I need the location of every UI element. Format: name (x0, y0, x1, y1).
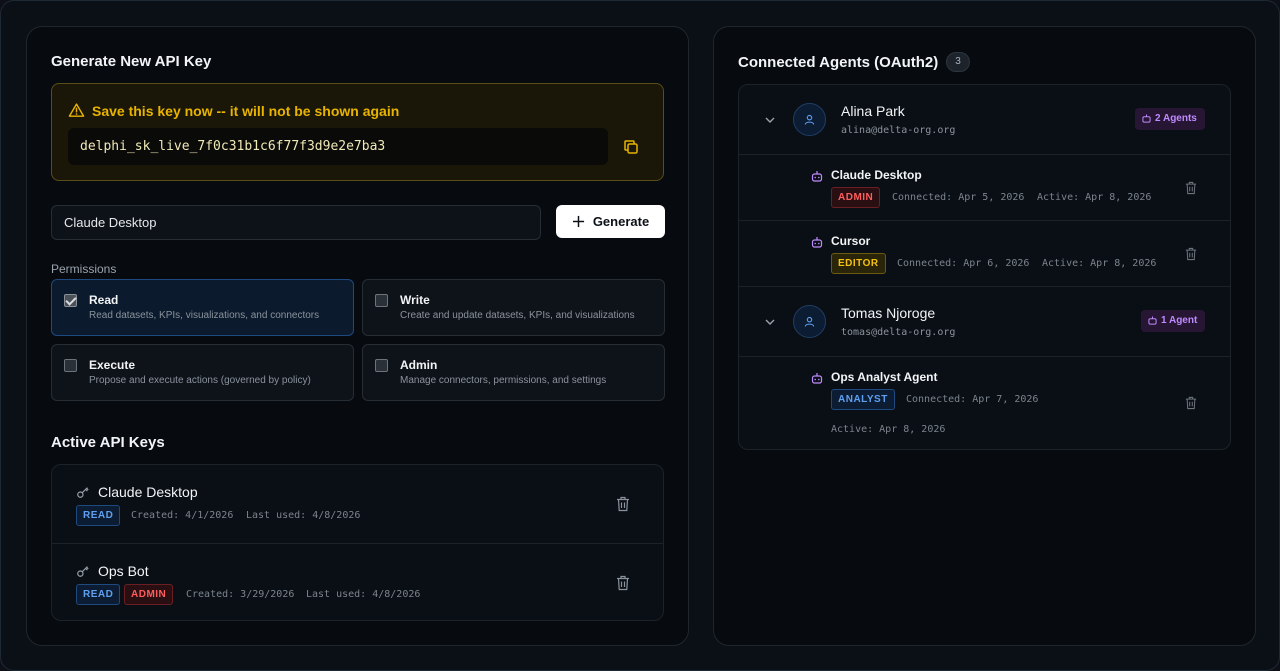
agent-active: Active: Apr 8, 2026 (831, 424, 946, 435)
key-icon (77, 566, 89, 577)
copy-icon[interactable] (622, 138, 640, 156)
permissions-label: Permissions (51, 262, 117, 276)
bot-icon (811, 373, 823, 384)
permission-execute[interactable]: Execute Propose and execute actions (gov… (51, 344, 354, 401)
permission-admin[interactable]: Admin Manage connectors, permissions, an… (362, 344, 665, 401)
agent-row: Cursor EDITOR Connected: Apr 6, 2026 Act… (739, 221, 1230, 287)
agent-connected: Connected: Apr 5, 2026 (892, 192, 1025, 203)
user-row[interactable]: Tomas Njoroge tomas@delta-org.org 1 Agen… (739, 287, 1230, 357)
key-created: Created: 4/1/2026 (131, 510, 234, 521)
agent-row: Ops Analyst Agent ANALYST Connected: Apr… (739, 357, 1230, 449)
user-icon (804, 114, 815, 125)
role-badge: EDITOR (831, 253, 886, 274)
permission-description: Manage connectors, permissions, and sett… (400, 375, 607, 386)
agent-name: Ops Analyst Agent (831, 370, 938, 384)
api-key-row: Claude Desktop READ Created: 4/1/2026 La… (52, 465, 663, 543)
execute-checkbox[interactable] (64, 359, 77, 372)
plus-icon (572, 215, 584, 228)
trash-icon[interactable] (616, 496, 630, 512)
role-badge: ANALYST (831, 389, 895, 410)
agent-count-badge: 3 (946, 52, 970, 72)
generate-title: Generate New API Key (51, 53, 212, 70)
agent-connected: Connected: Apr 7, 2026 (906, 394, 1039, 405)
app-frame: Generate New API Key Save this key now -… (0, 0, 1280, 671)
avatar (793, 305, 826, 338)
trash-icon[interactable] (1185, 181, 1197, 195)
bot-icon (811, 171, 823, 182)
warning-icon (68, 103, 85, 117)
active-keys-list: Claude Desktop READ Created: 4/1/2026 La… (51, 464, 664, 621)
key-last-used: Last used: 4/8/2026 (246, 510, 361, 521)
agent-name: Claude Desktop (831, 168, 922, 182)
user-email: alina@delta-org.org (841, 125, 956, 136)
key-name-input[interactable] (51, 205, 541, 240)
key-icon (77, 487, 89, 498)
permission-write[interactable]: Write Create and update datasets, KPIs, … (362, 279, 665, 336)
read-checkbox[interactable] (64, 294, 77, 307)
agents-title: Connected Agents (OAuth2) (738, 54, 939, 71)
avatar (793, 103, 826, 136)
permission-title: Admin (400, 358, 438, 372)
permission-read[interactable]: Read Read datasets, KPIs, visualizations… (51, 279, 354, 336)
user-name: Alina Park (841, 103, 905, 119)
permission-description: Propose and execute actions (governed by… (89, 375, 311, 386)
generate-button-label: Generate (592, 214, 650, 229)
agent-name: Cursor (831, 234, 871, 248)
agent-active: Active: Apr 8, 2026 (1037, 192, 1152, 203)
permission-title: Write (400, 293, 430, 307)
warning-text: Save this key now -- it will not be show… (92, 103, 400, 119)
active-keys-title: Active API Keys (51, 434, 165, 451)
permission-description: Create and update datasets, KPIs, and vi… (400, 310, 635, 321)
user-email: tomas@delta-org.org (841, 327, 956, 338)
chevron-down-icon[interactable] (764, 316, 776, 328)
agent-active: Active: Apr 8, 2026 (1042, 258, 1157, 269)
write-checkbox[interactable] (375, 294, 388, 307)
key-created: Created: 3/29/2026 (186, 589, 295, 600)
role-badge: ADMIN (831, 187, 881, 208)
generate-button[interactable]: Generate (556, 205, 665, 238)
permission-badge: ADMIN (124, 584, 174, 605)
user-icon (804, 316, 815, 327)
permission-badge: READ (76, 505, 121, 526)
agent-count-text: 2 Agents (1155, 113, 1197, 124)
agent-count-text: 1 Agent (1161, 315, 1198, 326)
chevron-down-icon[interactable] (764, 114, 776, 126)
bot-icon (811, 237, 823, 248)
new-key-warning-box: Save this key now -- it will not be show… (51, 83, 664, 181)
agent-connected: Connected: Apr 6, 2026 (897, 258, 1030, 269)
trash-icon[interactable] (1185, 247, 1197, 261)
admin-checkbox[interactable] (375, 359, 388, 372)
trash-icon[interactable] (616, 575, 630, 591)
generate-panel: Generate New API Key Save this key now -… (26, 26, 689, 646)
permission-title: Read (89, 293, 119, 307)
api-key-display[interactable]: delphi_sk_live_7f0c31b1c6f77f3d9e2e7ba3 (68, 128, 608, 165)
agents-list: Alina Park alina@delta-org.org 2 Agents … (738, 84, 1231, 450)
api-key-row: Ops Bot READ ADMIN Created: 3/29/2026 La… (52, 543, 663, 621)
agent-count-pill: 2 Agents (1135, 108, 1205, 130)
trash-icon[interactable] (1185, 396, 1197, 410)
api-key-value[interactable]: delphi_sk_live_7f0c31b1c6f77f3d9e2e7ba3 (80, 139, 385, 154)
user-row[interactable]: Alina Park alina@delta-org.org 2 Agents (739, 85, 1230, 155)
key-name: Ops Bot (98, 563, 149, 579)
permission-title: Execute (89, 358, 136, 372)
agent-row: Claude Desktop ADMIN Connected: Apr 5, 2… (739, 155, 1230, 221)
permission-badge: READ (76, 584, 121, 605)
user-name: Tomas Njoroge (841, 305, 936, 321)
connected-agents-panel: Connected Agents (OAuth2) 3 Alina Park a… (713, 26, 1256, 646)
bot-icon (1142, 114, 1151, 123)
agent-count-pill: 1 Agent (1141, 310, 1206, 332)
key-last-used: Last used: 4/8/2026 (306, 589, 421, 600)
bot-icon (1148, 316, 1157, 325)
key-name: Claude Desktop (98, 484, 198, 500)
permission-description: Read datasets, KPIs, visualizations, and… (89, 310, 320, 321)
